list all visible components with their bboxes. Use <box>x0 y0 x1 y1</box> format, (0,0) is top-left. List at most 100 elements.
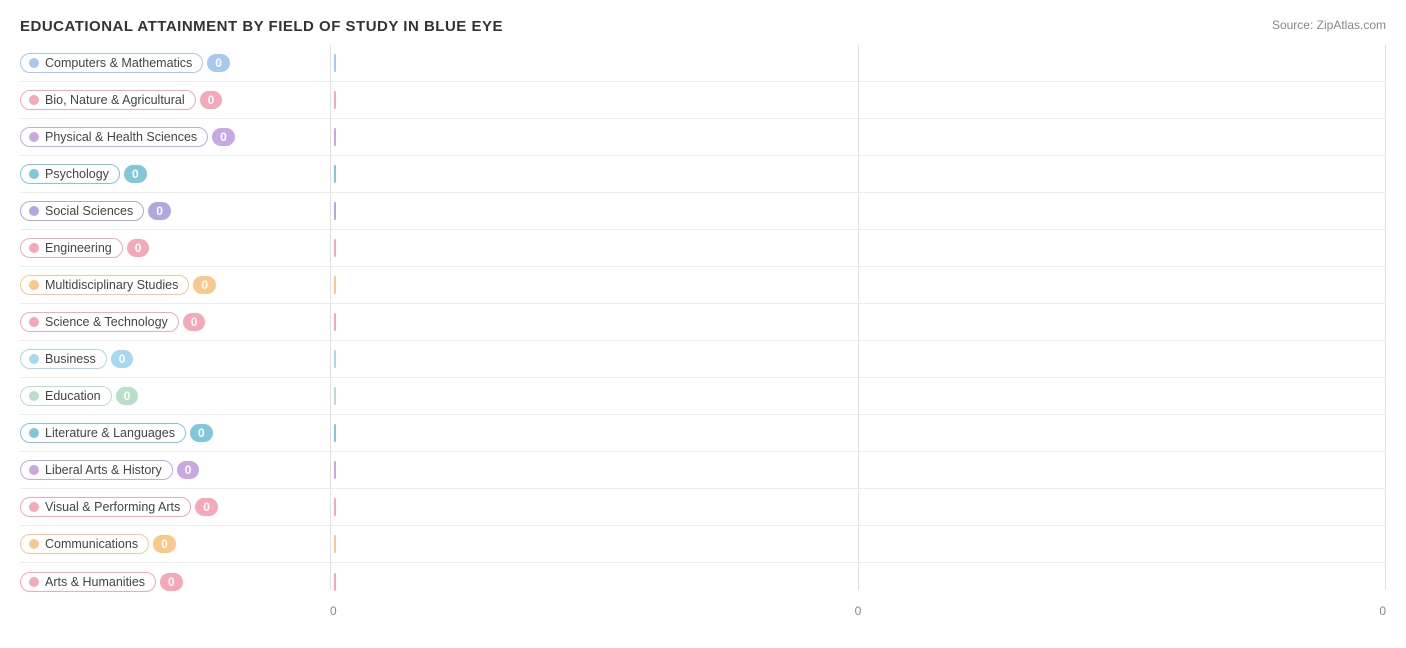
bar-label-area: Communications 0 <box>20 534 330 554</box>
bar-label-pill: Liberal Arts & History <box>20 460 173 480</box>
bar-fill <box>334 202 336 220</box>
bar-label-text: Communications <box>45 537 138 551</box>
bar-fill <box>334 128 336 146</box>
bar-track <box>330 304 1386 340</box>
bar-fill <box>334 461 336 479</box>
bar-fill <box>334 313 336 331</box>
bar-track <box>330 267 1386 303</box>
bar-track <box>330 82 1386 118</box>
bar-dot <box>29 428 39 438</box>
bar-track <box>330 193 1386 229</box>
bar-label-text: Education <box>45 389 101 403</box>
bar-value-pill: 0 <box>116 387 139 405</box>
bar-label-pill: Business <box>20 349 107 369</box>
bar-label-pill: Arts & Humanities <box>20 572 156 592</box>
bar-track <box>330 230 1386 266</box>
bar-fill <box>334 424 336 442</box>
bar-track <box>330 45 1386 81</box>
bar-dot <box>29 132 39 142</box>
bar-label-area: Multidisciplinary Studies0 <box>20 275 330 295</box>
bar-dot <box>29 280 39 290</box>
bar-value-pill: 0 <box>127 239 150 257</box>
bar-value-pill: 0 <box>207 54 230 72</box>
x-axis-label: 0 <box>855 604 862 618</box>
bar-row: Social Sciences 0 <box>20 193 1386 230</box>
bar-label-area: Liberal Arts & History0 <box>20 460 330 480</box>
bar-value-pill: 0 <box>124 165 147 183</box>
bar-dot <box>29 206 39 216</box>
bar-fill <box>334 573 336 591</box>
bar-value-pill: 0 <box>153 535 176 553</box>
chart-area: Computers & Mathematics0 Bio, Nature & Ag… <box>20 45 1386 618</box>
bar-fill <box>334 350 336 368</box>
bar-track <box>330 119 1386 155</box>
bar-label-area: Social Sciences 0 <box>20 201 330 221</box>
bar-row: Psychology 0 <box>20 156 1386 193</box>
bar-label-pill: Communications <box>20 534 149 554</box>
chart-title: EDUCATIONAL ATTAINMENT BY FIELD OF STUDY… <box>20 18 1386 35</box>
bar-label-area: Literature & Languages0 <box>20 423 330 443</box>
bar-dot <box>29 539 39 549</box>
bar-label-text: Psychology <box>45 167 109 181</box>
bar-fill <box>334 498 336 516</box>
bar-label-area: Computers & Mathematics0 <box>20 53 330 73</box>
bar-value-pill: 0 <box>160 573 183 591</box>
bar-dot <box>29 354 39 364</box>
bar-row: Literature & Languages0 <box>20 415 1386 452</box>
bar-fill <box>334 239 336 257</box>
bar-label-area: Engineering 0 <box>20 238 330 258</box>
bar-label-area: Psychology 0 <box>20 164 330 184</box>
bar-label-text: Social Sciences <box>45 204 133 218</box>
bar-dot <box>29 317 39 327</box>
bar-label-area: Bio, Nature & Agricultural0 <box>20 90 330 110</box>
bar-label-area: Education 0 <box>20 386 330 406</box>
bar-value-pill: 0 <box>195 498 218 516</box>
bar-label-pill: Psychology <box>20 164 120 184</box>
bar-fill <box>334 387 336 405</box>
bar-label-text: Bio, Nature & Agricultural <box>45 93 185 107</box>
bar-value-pill: 0 <box>190 424 213 442</box>
bar-label-text: Physical & Health Sciences <box>45 130 197 144</box>
x-axis-label: 0 <box>330 604 337 618</box>
x-axis: 0 0 0 <box>330 604 1386 618</box>
bar-row: Communications 0 <box>20 526 1386 563</box>
bar-track <box>330 415 1386 451</box>
bar-label-area: Science & Technology 0 <box>20 312 330 332</box>
bar-label-pill: Visual & Performing Arts <box>20 497 191 517</box>
bar-label-area: Business0 <box>20 349 330 369</box>
bar-label-text: Business <box>45 352 96 366</box>
bar-label-text: Visual & Performing Arts <box>45 500 180 514</box>
bar-track <box>330 378 1386 414</box>
bar-dot <box>29 169 39 179</box>
bar-row: Computers & Mathematics0 <box>20 45 1386 82</box>
bar-label-pill: Science & Technology <box>20 312 179 332</box>
bar-track <box>330 489 1386 525</box>
bar-row: Arts & Humanities0 <box>20 563 1386 600</box>
bar-row: Science & Technology 0 <box>20 304 1386 341</box>
bar-fill <box>334 535 336 553</box>
bar-label-area: Visual & Performing Arts 0 <box>20 497 330 517</box>
bar-dot <box>29 577 39 587</box>
bar-track <box>330 156 1386 192</box>
bar-label-area: Arts & Humanities0 <box>20 572 330 592</box>
bar-row: Physical & Health Sciences0 <box>20 119 1386 156</box>
bar-value-pill: 0 <box>183 313 206 331</box>
bar-label-pill: Engineering <box>20 238 123 258</box>
bar-rows: Computers & Mathematics0 Bio, Nature & Ag… <box>20 45 1386 600</box>
bar-dot <box>29 465 39 475</box>
bar-dot <box>29 243 39 253</box>
chart-source: Source: ZipAtlas.com <box>1272 18 1386 32</box>
bar-dot <box>29 95 39 105</box>
bar-fill <box>334 54 336 72</box>
bar-label-text: Liberal Arts & History <box>45 463 162 477</box>
bar-label-pill: Multidisciplinary Studies <box>20 275 189 295</box>
bar-value-pill: 0 <box>148 202 171 220</box>
bar-label-text: Engineering <box>45 241 112 255</box>
bar-label-text: Science & Technology <box>45 315 168 329</box>
bar-track <box>330 526 1386 562</box>
bar-fill <box>334 276 336 294</box>
bar-row: Liberal Arts & History0 <box>20 452 1386 489</box>
x-axis-label: 0 <box>1379 604 1386 618</box>
bar-dot <box>29 58 39 68</box>
bar-label-pill: Social Sciences <box>20 201 144 221</box>
